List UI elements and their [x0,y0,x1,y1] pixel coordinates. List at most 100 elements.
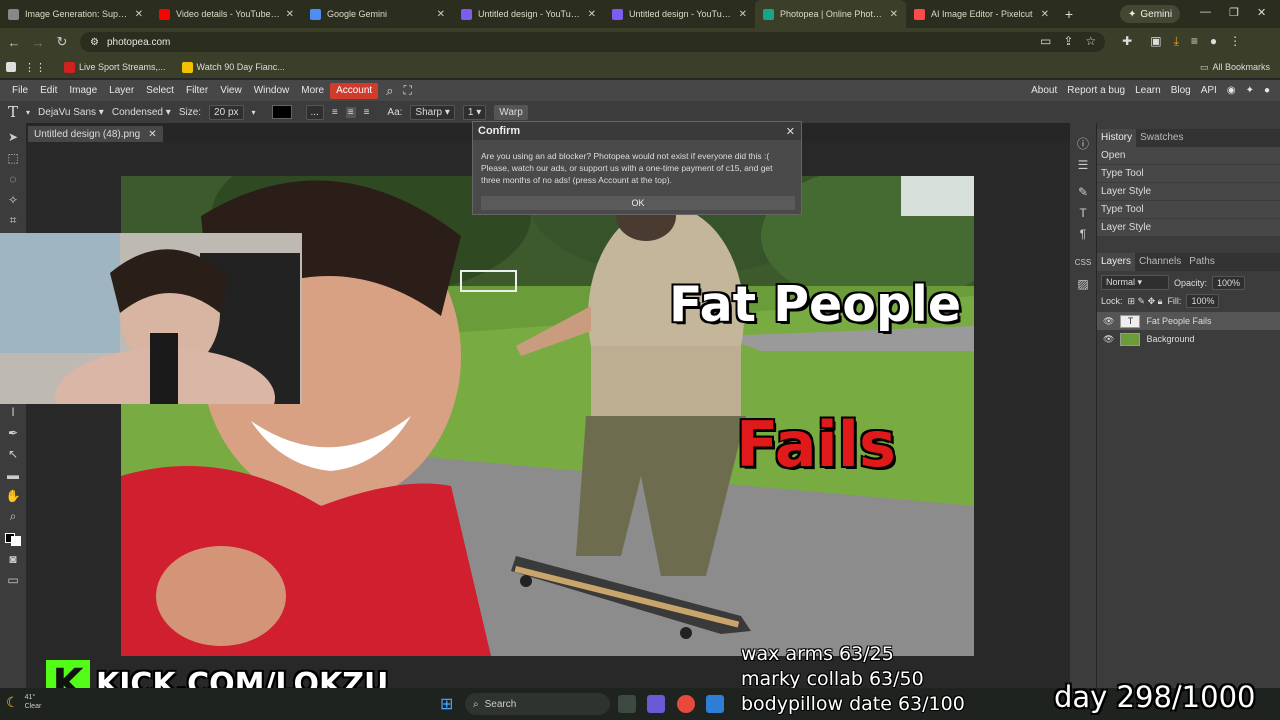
path-select-icon[interactable]: ↖ [0,443,26,464]
warp-button[interactable]: Warp [494,104,528,120]
color-swatch[interactable] [271,105,292,119]
layer-row[interactable]: 👁︎ Background [1097,330,1280,348]
css-icon[interactable]: CSS [1070,252,1096,273]
canvas-title-line1[interactable]: Fat People [669,276,961,333]
layer-row[interactable]: 👁︎ T Fat People Fails [1097,312,1280,330]
chrome-icon[interactable] [677,695,695,713]
menu-filter[interactable]: Filter [180,83,214,99]
back-icon[interactable]: ← [2,35,26,50]
bookmark-item-1[interactable]: Watch 90 Day Fianc... [181,61,285,73]
brush-icon[interactable]: ✎ [1070,181,1096,202]
close-window-icon[interactable]: ✕ [1257,6,1266,19]
font-select[interactable]: DejaVu Sans ▾ [38,107,104,118]
style-select[interactable]: Condensed ▾ [112,107,171,118]
close-tab-icon[interactable]: ✕ [286,9,294,20]
browser-tab[interactable]: Image Generation: Super Fat ✕ [0,0,151,28]
close-tab-icon[interactable]: ✕ [739,9,747,20]
task-view-icon[interactable] [618,695,636,713]
menu-window[interactable]: Window [248,83,296,99]
menu-view[interactable]: View [214,83,248,99]
reload-icon[interactable]: ↻ [50,34,74,50]
chevron-down-icon[interactable]: ▾ [252,108,256,117]
site-info-icon[interactable]: ⚙ [90,37,99,48]
download-icon[interactable]: ⤓ [1174,34,1179,49]
chevron-down-icon[interactable]: ▾ [26,108,30,117]
account-button[interactable]: Account [330,82,379,99]
align-left-icon[interactable]: ≡ [332,107,338,118]
type-tool-icon[interactable]: T [8,103,18,121]
grid-icon[interactable]: ⋮⋮ [24,61,46,74]
history-item[interactable]: Type Tool [1097,201,1280,219]
document-tab[interactable]: Untitled design (48).png ✕ [28,126,163,142]
search-icon[interactable]: ⌕ [386,83,393,99]
tab-paths[interactable]: Paths [1185,253,1219,271]
weather-widget[interactable]: ☾ 41° Clear [6,693,41,711]
tab-channels[interactable]: Channels [1135,253,1185,271]
omnibox[interactable]: ⚙ photopea.com [80,32,1105,52]
restore-icon[interactable]: ❐ [1229,6,1239,19]
eye-icon[interactable]: 👁︎ [1103,334,1114,345]
extensions-icon[interactable]: ✚ [1122,34,1132,49]
menu-file[interactable]: File [6,83,34,99]
close-tab-icon[interactable]: ✕ [890,9,898,20]
align-center-icon[interactable]: ≡ [345,106,356,118]
bookmark-item-0[interactable]: Live Sport Streams,... [64,61,166,73]
store-icon[interactable] [706,695,724,713]
lock-icons[interactable]: ⊞ ✎ ✥ 🔒︎ [1128,296,1163,307]
size-input[interactable]: 20 px [209,104,244,120]
lasso-tool-icon[interactable]: ◌ [0,168,26,189]
spacing-select[interactable]: 1 ▾ [462,104,487,120]
link-learn[interactable]: Learn [1135,85,1161,96]
forward-icon[interactable]: → [26,35,50,50]
color-swatches-icon[interactable] [0,527,26,548]
ok-button[interactable]: OK [481,196,795,210]
more-options-button[interactable]: ... [305,104,324,120]
all-bookmarks[interactable]: ▭ All Bookmarks [1200,62,1270,73]
facebook-icon[interactable]: ● [1264,85,1270,96]
shape-tool-icon[interactable]: ▬ [0,464,26,485]
profile-avatar-icon[interactable]: ● [1210,34,1217,49]
close-tab-icon[interactable]: ✕ [588,9,596,20]
sidepanel-icon[interactable]: ▣ [1150,34,1161,49]
adjustments-icon[interactable]: ☰ [1070,154,1096,175]
menu-select[interactable]: Select [140,83,180,99]
magic-wand-icon[interactable]: ✧ [0,189,26,210]
browser-tab[interactable]: Untitled design - YouTube Th ✕ [604,0,755,28]
menu-image[interactable]: Image [63,83,103,99]
pen-tool-icon[interactable]: ✒ [0,422,26,443]
move-tool-icon[interactable]: ➤ [0,126,26,147]
twitter-icon[interactable]: ✦ [1246,85,1254,96]
close-tab-icon[interactable]: ✕ [1041,9,1049,20]
cast-icon[interactable]: ⇪ [1063,34,1073,49]
gemini-button[interactable]: ✦ Gemini [1120,5,1181,23]
crop-tool-icon[interactable]: ⌗ [0,210,26,231]
close-tab-icon[interactable]: ✕ [135,9,143,20]
history-item[interactable]: Type Tool [1097,165,1280,183]
windows-start-icon[interactable]: ⊞ [440,694,453,714]
eye-icon[interactable]: 👁︎ [1103,316,1114,327]
page-icon[interactable]: ▭ [1040,34,1051,49]
aa-select[interactable]: Sharp ▾ [410,104,455,120]
image-icon[interactable]: ▨ [1070,273,1096,294]
link-about[interactable]: About [1031,85,1057,96]
new-tab-button[interactable]: + [1057,6,1081,22]
browser-tab[interactable]: Google Gemini ✕ [302,0,453,28]
screen-mode-icon[interactable]: ▭ [0,569,26,590]
link-api[interactable]: API [1201,85,1217,96]
opacity-input[interactable]: 100% [1212,275,1246,290]
copilot-icon[interactable] [647,695,665,713]
close-icon[interactable]: ✕ [786,125,795,138]
align-right-icon[interactable]: ≡ [364,107,370,118]
link-blog[interactable]: Blog [1171,85,1191,96]
menu-more[interactable]: More [295,83,330,99]
paragraph-icon[interactable]: ¶ [1070,223,1096,244]
link-report-a-bug[interactable]: Report a bug [1067,85,1125,96]
character-icon[interactable]: T [1070,202,1096,223]
minimize-icon[interactable]: — [1200,6,1211,18]
marquee-tool-icon[interactable]: ⬚ [0,147,26,168]
star-icon[interactable]: ☆ [1085,34,1096,49]
tab-history[interactable]: History [1097,129,1137,147]
hand-tool-icon[interactable]: ✋ [0,485,26,506]
browser-tab[interactable]: Video details - YouTube Studi ✕ [151,0,302,28]
history-item[interactable]: Layer Style [1097,183,1280,201]
